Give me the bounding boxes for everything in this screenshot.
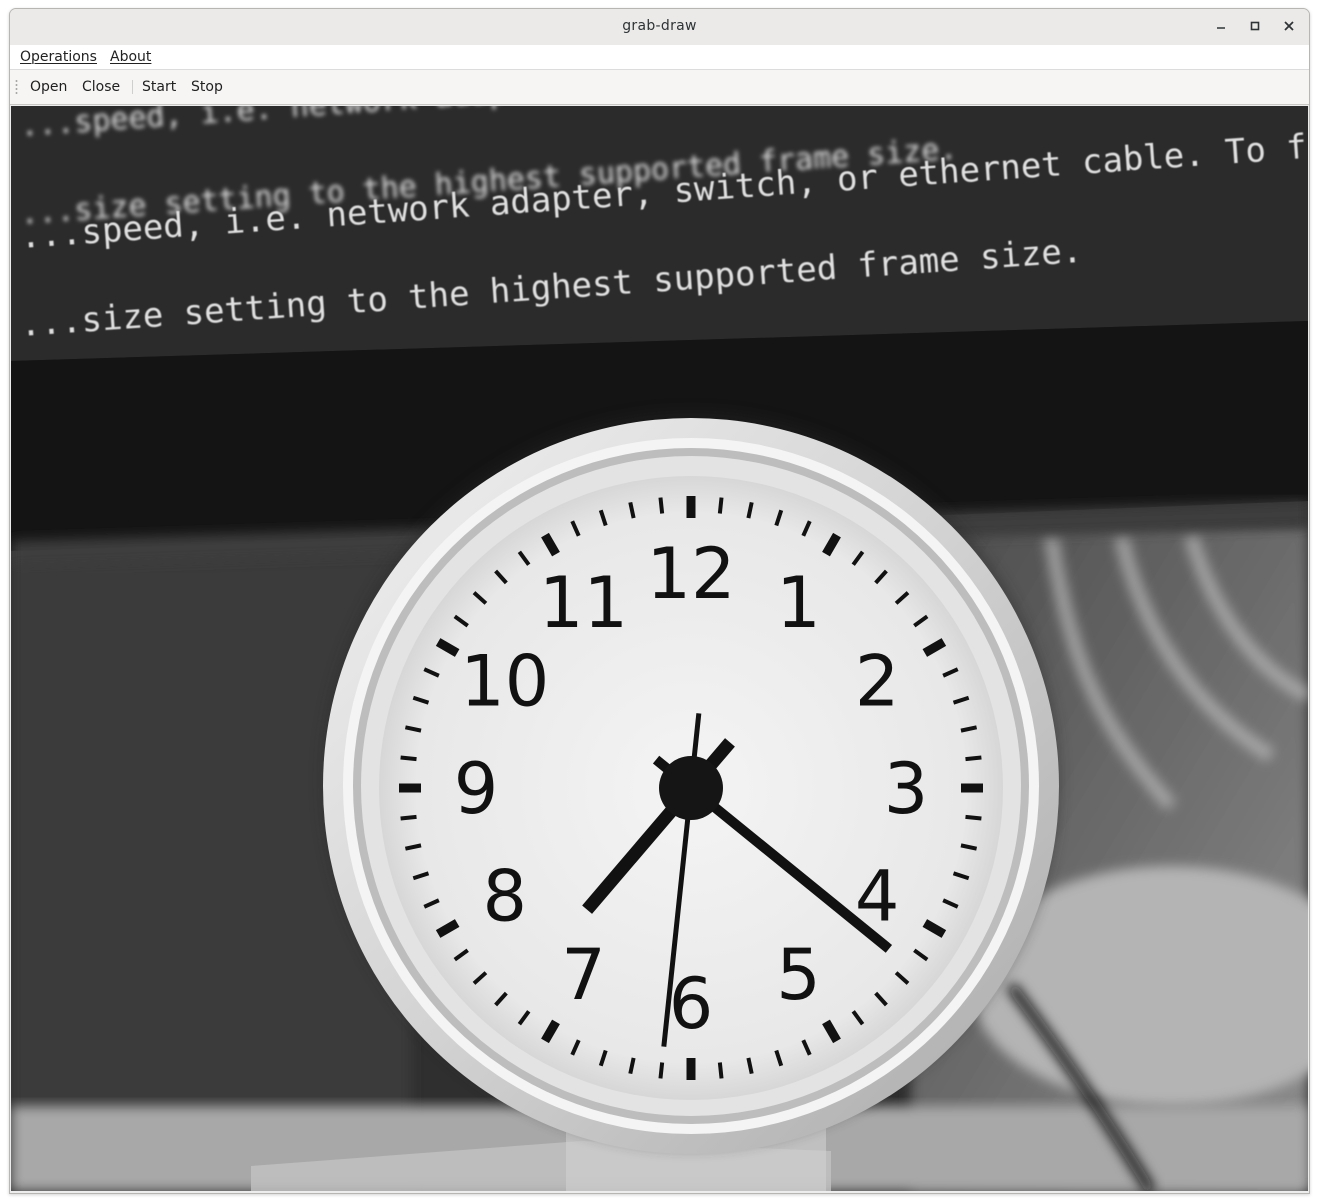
menu-operations[interactable]: Operations xyxy=(20,49,97,65)
clock-numeral: 2 xyxy=(855,641,900,723)
minimize-button[interactable] xyxy=(1209,15,1233,39)
maximize-button[interactable] xyxy=(1243,15,1267,39)
camera-view[interactable]: ...speed, i.e. network adapter, switch, … xyxy=(11,106,1308,1191)
maximize-icon xyxy=(1250,19,1260,35)
clock-tick xyxy=(400,755,417,762)
clock-tick xyxy=(658,497,665,514)
toolbar-grip-handle[interactable] xyxy=(15,79,18,95)
clock-numeral: 6 xyxy=(669,963,714,1045)
open-button[interactable]: Open xyxy=(30,79,67,95)
window-title: grab-draw xyxy=(622,18,697,34)
clock-numeral: 10 xyxy=(460,641,549,723)
start-button[interactable]: Start xyxy=(142,79,176,95)
app-window: grab-draw Operations About Open Close St… xyxy=(9,8,1310,1194)
clock-numeral: 1 xyxy=(776,562,821,644)
close-icon xyxy=(1284,19,1294,35)
stop-button[interactable]: Stop xyxy=(191,79,223,95)
close-window-button[interactable] xyxy=(1277,15,1301,39)
clock-numeral: 11 xyxy=(539,562,628,644)
clock-numeral: 9 xyxy=(454,748,499,830)
clock-numeral: 3 xyxy=(884,748,929,830)
camera-frame-image: ...speed, i.e. network adapter, switch, … xyxy=(11,106,1308,1191)
clock-numeral: 8 xyxy=(483,856,528,938)
clock-tick xyxy=(965,755,982,762)
menu-bar: Operations About xyxy=(10,45,1309,70)
toolbar: Open Close Start Stop xyxy=(10,70,1309,105)
clock-tick xyxy=(400,814,417,821)
clock-tick xyxy=(965,814,982,821)
close-button[interactable]: Close xyxy=(82,79,120,95)
minimize-icon xyxy=(1216,19,1226,35)
clock-numeral: 7 xyxy=(561,934,606,1016)
clock-hub xyxy=(659,756,723,820)
clock-tick xyxy=(717,497,724,514)
toolbar-separator xyxy=(132,80,133,94)
clock-tick xyxy=(658,1062,665,1079)
clock: 12 1234567891011 xyxy=(321,410,1061,1154)
menu-about[interactable]: About xyxy=(110,49,151,65)
clock-numeral: 12 xyxy=(646,533,735,615)
clock-tick xyxy=(717,1062,724,1079)
clock-numeral: 5 xyxy=(776,934,821,1016)
title-bar[interactable]: grab-draw xyxy=(10,9,1309,46)
